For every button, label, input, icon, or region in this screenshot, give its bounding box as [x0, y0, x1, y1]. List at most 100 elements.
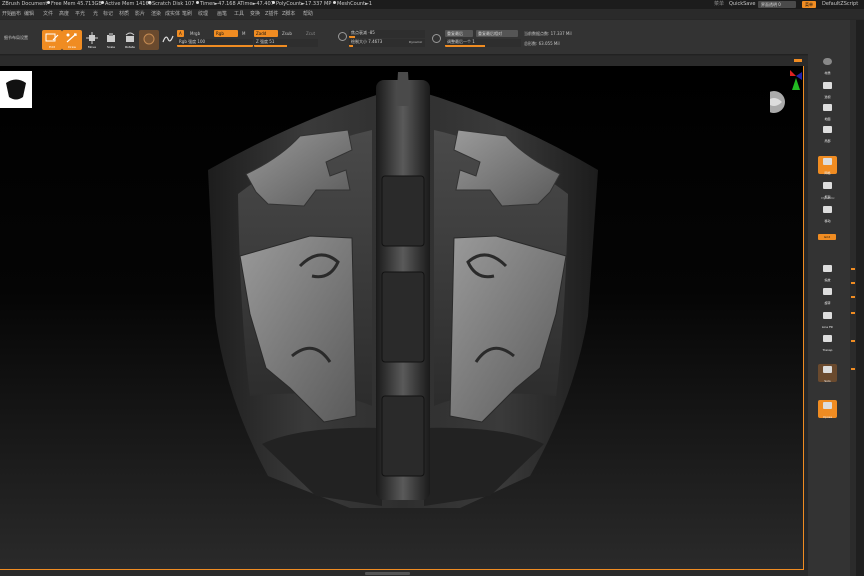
scroll-handle[interactable] — [365, 572, 410, 575]
replay-icon[interactable] — [432, 34, 441, 43]
document-title: ZBrush Document — [2, 1, 48, 7]
draw-icon — [66, 33, 77, 43]
move-icon — [86, 32, 98, 44]
rotate-icon — [125, 32, 135, 42]
menu-item[interactable]: 标记 — [103, 9, 113, 19]
navigation-gizmo-icon[interactable] — [770, 68, 804, 118]
slider-mark[interactable] — [851, 368, 855, 370]
menu-item[interactable]: 高度 — [59, 9, 69, 19]
menu-item[interactable]: 材质 — [119, 9, 129, 19]
zsub-toggle[interactable]: Zsub — [282, 31, 292, 36]
rgb-toggle[interactable]: Rgb — [214, 30, 238, 37]
menu-item[interactable]: 光 — [93, 9, 98, 19]
linefill-icon — [823, 312, 832, 319]
shelf-button-solo[interactable]: Solo — [818, 364, 837, 383]
shelf-button-linefill[interactable]: Line Fill — [818, 310, 837, 329]
shield-icon — [6, 79, 26, 100]
total-points: 总形数: 63.055 Mil — [524, 41, 560, 46]
draw-button[interactable]: Draw — [62, 30, 82, 50]
frame-icon — [823, 182, 832, 189]
menu-item[interactable]: 画布 — [11, 9, 21, 19]
slider-mark[interactable] — [851, 282, 855, 284]
focal-shift-slider[interactable]: 焦点衰减 -85 — [349, 30, 425, 38]
default-zscript[interactable]: DefaultZScript — [822, 0, 858, 9]
menu-bar: 开始 画布 编辑 文件 高度 平光光标记 材质 影片 渲染 成实体 笔刷 纹理 画笔 工具 变换 Z插件 Z脚本… — [0, 9, 864, 19]
edit-icon — [45, 33, 59, 42]
menu-item[interactable]: Z插件 — [265, 9, 278, 19]
slider-mark[interactable] — [851, 312, 855, 314]
canvas-bottom-strip — [0, 570, 808, 576]
local-icon — [823, 126, 832, 133]
stroke-selector[interactable] — [158, 30, 178, 50]
solo-icon — [823, 366, 832, 373]
menu-item[interactable]: 渲染 — [151, 9, 161, 19]
menu-toggle-left[interactable]: 菜单 — [714, 0, 724, 9]
menu-item[interactable]: 纹理 — [198, 9, 208, 19]
scale-icon — [107, 33, 115, 42]
transp-icon — [823, 335, 832, 342]
slider-mark[interactable] — [851, 268, 855, 270]
z-intensity-slider[interactable]: Z 强度 51 — [254, 39, 318, 47]
menu-toggle-right[interactable]: 菜单 — [802, 1, 816, 8]
replay-last-rel-button[interactable]: 重复最后相对 — [476, 30, 518, 37]
mesh-count: MeshCount►1 — [337, 1, 373, 7]
shelf-button-persp[interactable]: 透视 — [818, 80, 837, 99]
zadd-toggle[interactable]: Zadd — [254, 30, 278, 37]
menu-item[interactable]: 编辑 — [24, 9, 34, 19]
mrgb-toggle[interactable]: A — [177, 30, 184, 37]
dynamic-toggle[interactable]: Dynamic — [409, 40, 422, 44]
menu-item[interactable]: Z脚本 — [282, 9, 295, 19]
shelf-button-transp[interactable]: Transp — [818, 333, 837, 352]
viewport-canvas[interactable] — [0, 66, 804, 570]
move-button[interactable]: Move — [82, 30, 102, 50]
layout-label: 细节布局设置 — [4, 35, 28, 40]
slider-mark[interactable] — [851, 296, 855, 298]
menu-item[interactable]: 帮助 — [303, 9, 313, 19]
persp-icon — [823, 82, 832, 89]
dynamic-label[interactable]: Dynamic — [814, 196, 842, 200]
menu-item[interactable]: 画笔 — [217, 9, 227, 19]
rotate-button[interactable]: Rotate — [120, 30, 140, 50]
rgb-intensity-slider[interactable]: Rgb 强度 100 — [177, 39, 253, 47]
menu-item[interactable]: 影片 — [135, 9, 145, 19]
menu-item[interactable]: 变换 — [250, 9, 260, 19]
sphere-icon — [823, 58, 832, 65]
sculpt-mesh — [208, 72, 598, 508]
stroke-icon — [162, 35, 174, 43]
transparency-slider[interactable]: 界面透明 0 — [758, 1, 796, 8]
shelf-button-sphere[interactable]: 材质 — [818, 56, 837, 75]
shelf-button-floor[interactable]: 地面 — [818, 102, 837, 121]
edit-button[interactable]: Edit — [42, 30, 62, 50]
grid-chip[interactable]: Grid — [818, 234, 836, 240]
slider-mark[interactable] — [851, 340, 855, 342]
menu-item[interactable]: 笔刷 — [182, 9, 192, 19]
shelf-button-move[interactable]: 移动 — [818, 204, 837, 223]
m-toggle[interactable]: M — [242, 31, 245, 36]
top-toolbar: 细节布局设置 Edit Draw Move Scale Rotate A Mrg… — [0, 20, 808, 55]
floor-icon — [823, 104, 832, 111]
shelf-button-rotate[interactable]: 旋转 — [818, 286, 837, 305]
active-mem: Active Mem 14169 — [105, 1, 152, 7]
right-tray — [856, 20, 864, 576]
right-shelf: 材质 透视 地面 局部 网格 框架 移动 缩放 旋转 Line Fill Transp Solo Xpo… — [808, 20, 850, 576]
adjust-last-slider[interactable]: 调整最后一个 1 — [445, 39, 521, 47]
menu-item[interactable]: 文件 — [43, 9, 53, 19]
timer: Timer►47.168 ATime►47.407 — [200, 1, 274, 7]
shelf-button-local[interactable]: 局部 — [818, 124, 837, 143]
menu-item[interactable]: 平光 — [75, 9, 85, 19]
replay-last-button[interactable]: 重复最后 — [445, 30, 473, 37]
menu-item[interactable]: 成实体 — [165, 9, 180, 19]
zcut-toggle[interactable]: Zcut — [306, 31, 315, 36]
material-swatch[interactable] — [139, 30, 159, 50]
quicksave-button[interactable]: QuickSave — [729, 0, 755, 9]
scale-button[interactable]: Scale — [101, 30, 121, 50]
rotate-icon — [823, 288, 832, 295]
mrgb-label[interactable]: Mrgb — [190, 31, 200, 36]
menu-item[interactable]: 工具 — [234, 9, 244, 19]
pivot-icon[interactable] — [338, 32, 347, 41]
shelf-button-xpose[interactable]: Xpose — [818, 400, 837, 419]
model-thumbnail[interactable] — [0, 71, 32, 108]
shelf-button-zoom[interactable]: 缩放 — [818, 263, 837, 282]
status-bar: ZBrush Document Free Mem 45.713GB Active… — [0, 0, 864, 9]
shelf-button-grid[interactable]: 网格 — [818, 156, 837, 175]
